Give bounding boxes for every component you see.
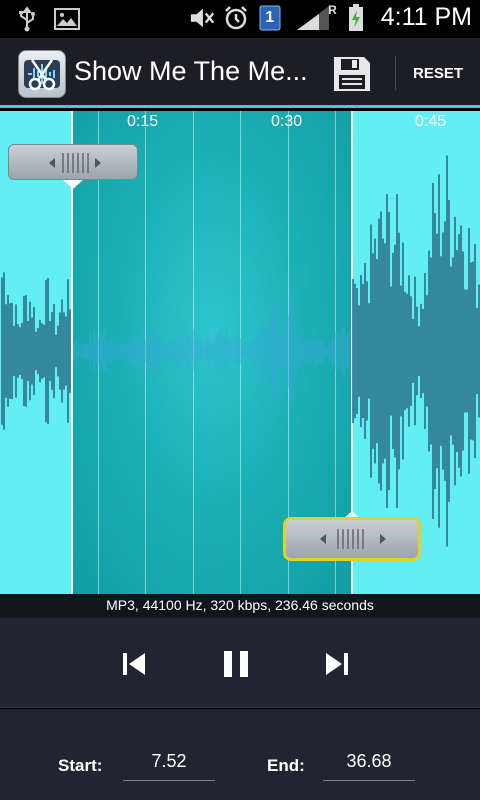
- signal-icon: R: [291, 2, 337, 31]
- reset-button[interactable]: RESET: [406, 65, 470, 82]
- start-handle-pointer: [63, 180, 83, 189]
- clock: 4:11 PM: [380, 3, 472, 31]
- alarm-icon: [223, 5, 249, 31]
- usb-icon: [14, 6, 40, 32]
- end-label: End:: [267, 756, 305, 775]
- notification-badge-icon: 1: [257, 5, 283, 31]
- app-title: Show Me The Me...: [74, 56, 308, 86]
- playback-controls: [0, 618, 480, 708]
- skip-previous-icon: [123, 653, 145, 675]
- waveform-editor[interactable]: 0:15 0:30 0:45: [0, 111, 480, 594]
- pause-icon: [224, 651, 248, 677]
- start-label: Start:: [58, 756, 103, 775]
- start-time-field[interactable]: 7.52: [123, 751, 215, 781]
- action-bar: Show Me The Me... RESET: [0, 38, 480, 108]
- pause-button[interactable]: [216, 644, 256, 684]
- save-button[interactable]: [332, 55, 372, 93]
- end-handle[interactable]: [283, 517, 421, 561]
- image-icon: [54, 6, 80, 32]
- end-time-field[interactable]: 36.68: [323, 751, 415, 781]
- status-bar: 1 R 4:11 PM: [0, 0, 480, 38]
- roaming-indicator: R: [328, 2, 337, 17]
- skip-previous-button[interactable]: [114, 644, 154, 684]
- battery-charging-icon: [343, 3, 369, 31]
- skip-next-button[interactable]: [317, 644, 357, 684]
- range-panel: Start: 7.52 End: 36.68: [0, 709, 480, 800]
- action-bar-divider: [395, 56, 396, 90]
- mute-icon: [189, 5, 215, 31]
- scissors-app-icon[interactable]: [18, 50, 66, 98]
- skip-next-icon: [326, 653, 348, 675]
- notification-badge: 1: [265, 8, 275, 26]
- file-info: MP3, 44100 Hz, 320 kbps, 236.46 seconds: [0, 594, 480, 618]
- start-handle[interactable]: [8, 144, 138, 180]
- floppy-save-icon: [334, 57, 370, 91]
